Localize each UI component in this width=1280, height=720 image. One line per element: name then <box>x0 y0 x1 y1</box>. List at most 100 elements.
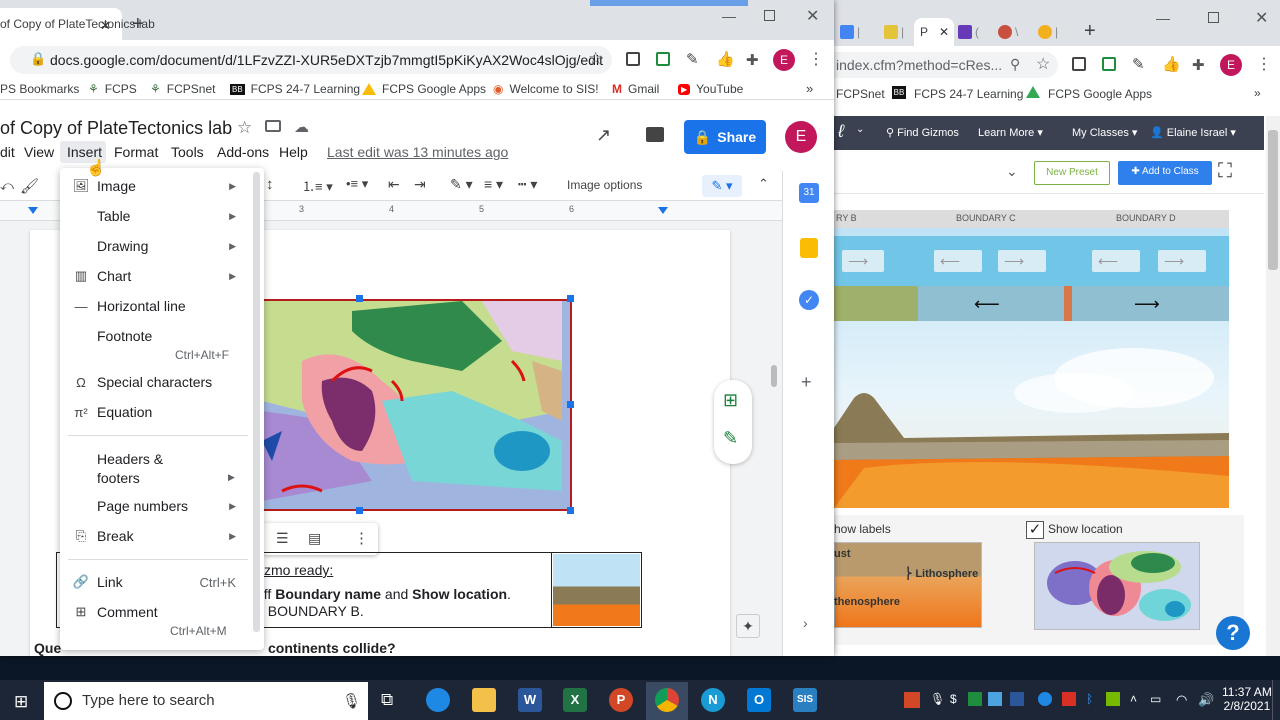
tray-blue-icon[interactable] <box>1038 692 1052 706</box>
comment-history-icon[interactable] <box>646 127 664 142</box>
tab-boundary-c[interactable]: BOUNDARY C <box>956 213 1016 223</box>
taskbar-search[interactable]: Type here to search <box>44 682 368 720</box>
excel-icon[interactable]: X <box>563 688 587 712</box>
extension-icon[interactable] <box>656 52 670 66</box>
border-color-icon[interactable]: ✎ ▾ <box>450 176 473 193</box>
menu-icon[interactable]: ⋮ <box>1256 54 1272 74</box>
outlook-icon[interactable]: O <box>747 688 771 712</box>
chevron-down-icon[interactable]: ⌄ <box>1006 163 1018 180</box>
tab-boundary-b[interactable]: RY B <box>836 213 857 223</box>
hide-menus-icon[interactable]: ⌃ <box>758 176 769 192</box>
add-comment-icon[interactable]: ⊞ <box>723 390 738 411</box>
address-bar[interactable]: index.cfm?method=cRes... <box>834 52 1058 78</box>
thumb-icon[interactable]: 👍 <box>1162 55 1181 73</box>
new-tab-icon[interactable]: + <box>1084 20 1096 43</box>
menu-tools[interactable]: Tools <box>171 144 204 160</box>
insert-drawing[interactable]: Drawing ▶ <box>60 234 264 258</box>
resize-handle[interactable] <box>567 507 574 514</box>
resize-handle[interactable] <box>356 507 363 514</box>
editing-mode-icon[interactable]: ✎ ▾ <box>702 175 742 197</box>
maximize-icon[interactable] <box>1208 12 1219 23</box>
avatar[interactable]: E <box>1220 54 1242 76</box>
extension-icon[interactable] <box>1072 57 1086 71</box>
last-edit-link[interactable]: Last edit was 13 minutes ago <box>327 144 508 160</box>
wrap-text-icon[interactable]: ☰ <box>276 530 289 547</box>
add-addon-icon[interactable]: + <box>801 372 812 393</box>
edge-icon[interactable] <box>426 688 450 712</box>
insert-footnote[interactable]: Footnote <box>60 324 264 348</box>
scrollbar-thumb[interactable] <box>1268 130 1278 270</box>
indent-marker-icon[interactable] <box>28 207 38 214</box>
help-icon[interactable]: ? <box>1216 616 1250 650</box>
show-labels-label[interactable]: how labels <box>834 522 891 536</box>
nav-my-classes[interactable]: My Classes ▾ <box>1072 126 1137 139</box>
bookmark-fcpsnet[interactable]: FCPSnet <box>836 87 885 101</box>
bookmark-fcpsnet[interactable]: ⚘ FCPSnet <box>150 80 215 98</box>
menu-scrollbar[interactable] <box>253 172 260 632</box>
increase-indent-icon[interactable]: ⇥ <box>414 176 426 193</box>
menu-format[interactable]: Format <box>114 144 158 160</box>
keep-icon[interactable] <box>800 238 818 258</box>
microphone-icon[interactable]: 🎙 <box>342 692 361 710</box>
menu-addons[interactable]: Add-ons <box>217 144 269 160</box>
sis-icon[interactable]: SIS <box>793 688 817 712</box>
star-icon[interactable]: ☆ <box>1036 54 1050 74</box>
move-folder-icon[interactable] <box>265 120 281 132</box>
tab-chrome-app[interactable]: \ <box>998 18 1018 46</box>
close-window-icon[interactable]: ✕ <box>1255 8 1268 28</box>
new-tab-icon[interactable]: + <box>132 13 144 36</box>
extension-icon[interactable] <box>626 52 640 66</box>
tab-boundary-d[interactable]: BOUNDARY D <box>1116 213 1176 223</box>
tray-word-icon[interactable] <box>1010 692 1024 706</box>
chevron-right-icon[interactable]: » <box>1254 86 1261 100</box>
chevron-right-icon[interactable]: › <box>803 615 808 631</box>
tray-green-icon[interactable] <box>968 692 982 706</box>
close-window-icon[interactable]: ✕ <box>806 6 819 26</box>
thumb-icon[interactable]: 👍 <box>716 50 735 68</box>
menu-icon[interactable]: ⋮ <box>808 49 824 69</box>
bookmark-247[interactable]: FCPS 24-7 Learning <box>914 87 1023 101</box>
insert-table[interactable]: Table ▶ <box>60 204 264 228</box>
star-icon[interactable]: ☆ <box>237 118 252 138</box>
tray-screen-icon[interactable] <box>988 692 1002 706</box>
show-location-label[interactable]: Show location <box>1048 522 1123 536</box>
cloud-icon[interactable]: ☁ <box>294 118 309 136</box>
lock-icon[interactable]: 🔒 <box>30 51 46 67</box>
bookmark-google-apps[interactable]: FCPS Google Apps <box>362 80 486 98</box>
paint-format-icon[interactable]: 🖌 <box>20 177 39 195</box>
insert-special-characters[interactable]: Ω Special characters <box>60 370 264 394</box>
share-button[interactable]: 🔒 Share <box>684 120 766 154</box>
menu-view[interactable]: View <box>24 144 54 160</box>
numbered-list-icon[interactable]: ⒈≡ ▾ <box>302 176 333 195</box>
tray-mic-icon[interactable]: 🎙 <box>930 692 945 706</box>
puzzle-icon[interactable]: ✚ <box>1192 56 1205 74</box>
close-tab-icon[interactable]: ✕ <box>100 18 111 34</box>
tab-forms[interactable]: ( <box>958 18 979 46</box>
resize-handle[interactable] <box>356 295 363 302</box>
windows-start-icon[interactable]: ⊞ <box>14 692 28 712</box>
bulleted-list-icon[interactable]: •≡ ▾ <box>346 176 368 192</box>
insert-chart[interactable]: ▥ Chart ▶ <box>60 264 264 288</box>
bookmark-gmail[interactable]: M Gmail <box>612 80 659 98</box>
border-dash-icon[interactable]: ┅ ▾ <box>518 176 537 193</box>
activity-icon[interactable]: ↗ <box>596 125 611 146</box>
document-title[interactable]: of Copy of PlateTectonics lab <box>0 118 232 139</box>
insert-page-numbers[interactable]: Page numbers ▶ <box>60 494 264 518</box>
address-bar[interactable]: docs.google.com/document/d/1LFzvZZI-XUR5… <box>10 46 612 74</box>
wifi-icon[interactable]: ◠ <box>1176 692 1187 708</box>
break-text-icon[interactable]: ▤ <box>308 530 321 547</box>
zoom-icon[interactable]: ⚲ <box>1010 56 1020 73</box>
tray-shield-icon[interactable] <box>1062 692 1076 706</box>
border-weight-icon[interactable]: ≡ ▾ <box>484 176 503 193</box>
more-options-icon[interactable]: ⋮ <box>354 529 369 547</box>
minimize-icon[interactable]: — <box>1156 10 1170 26</box>
explore-icon[interactable]: ✦ <box>736 614 760 638</box>
resize-handle[interactable] <box>567 295 574 302</box>
show-location-checkbox[interactable]: ✓ <box>1026 521 1044 539</box>
tray-app-icon[interactable] <box>904 692 920 708</box>
minimize-icon[interactable]: — <box>722 8 736 24</box>
insert-comment[interactable]: ⊞ Comment <box>60 600 264 624</box>
insert-headers-footers[interactable]: Headers & footers <box>97 450 163 488</box>
avatar[interactable]: E <box>773 49 795 71</box>
file-explorer-icon[interactable] <box>472 688 496 712</box>
